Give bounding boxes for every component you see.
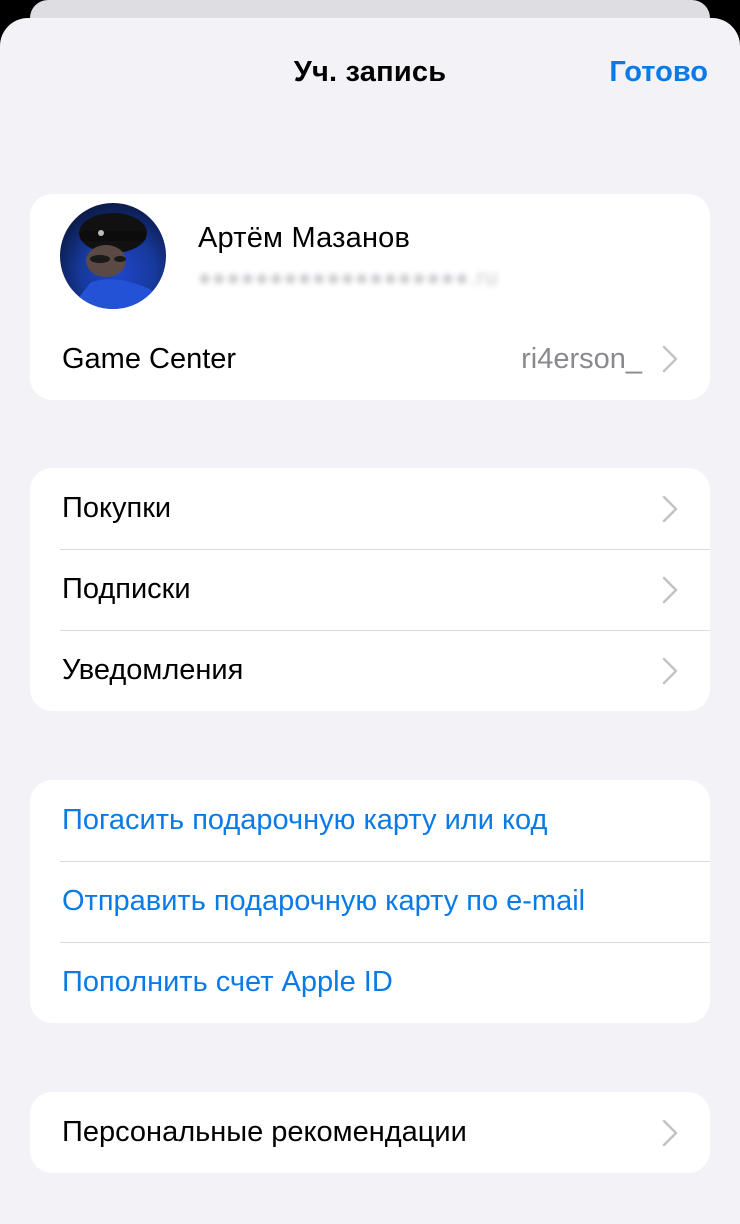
menu-item-subscriptions[interactable]: Подписки [30, 549, 710, 630]
profile-row[interactable]: Артём Мазанов ●●●●●●●●●●●●●●●●●●●.ru [30, 194, 710, 318]
personal-recommendations-label: Персональные рекомендации [62, 1116, 467, 1148]
account-name: Артём Мазанов [198, 221, 411, 254]
avatar [60, 203, 166, 309]
chevron-right-icon [662, 576, 678, 603]
menu-item-label: Уведомления [62, 654, 244, 686]
account-group: Артём Мазанов ●●●●●●●●●●●●●●●●●●●.ru Gam… [30, 194, 710, 400]
personal-recommendations-row[interactable]: Персональные рекомендации [30, 1092, 710, 1173]
done-button[interactable]: Готово [609, 56, 708, 89]
menu-item-notifications[interactable]: Уведомления [30, 630, 710, 711]
link-label: Погасить подарочную карту или код [62, 804, 548, 836]
link-label: Пополнить счет Apple ID [62, 966, 393, 998]
purchases-group: Покупки Подписки Уведомления [30, 468, 710, 711]
gift-card-group: Погасить подарочную карту или код Отправ… [30, 780, 710, 1023]
chevron-right-icon [662, 1119, 678, 1146]
link-label: Отправить подарочную карту по e-mail [62, 885, 586, 917]
game-center-label: Game Center [62, 342, 237, 375]
chevron-right-icon [662, 657, 678, 684]
chevron-right-icon [662, 495, 678, 522]
account-sheet: Уч. запись Готово Артём Мазанов ●●●●●●●●… [0, 18, 740, 1224]
profile-photo-icon [70, 213, 166, 309]
redeem-gift-card-link[interactable]: Погасить подарочную карту или код [30, 780, 710, 861]
game-center-nickname: ri4erson_ [521, 342, 642, 375]
menu-item-label: Покупки [62, 492, 172, 524]
account-email: ●●●●●●●●●●●●●●●●●●●.ru [198, 264, 499, 290]
add-funds-link[interactable]: Пополнить счет Apple ID [30, 942, 710, 1023]
game-center-row[interactable]: Game Center ri4erson_ [30, 318, 710, 400]
recommendations-group: Персональные рекомендации [30, 1092, 710, 1173]
menu-item-label: Подписки [62, 573, 191, 605]
chevron-right-icon [662, 345, 678, 373]
send-gift-card-link[interactable]: Отправить подарочную карту по e-mail [30, 861, 710, 942]
menu-item-purchases[interactable]: Покупки [30, 468, 710, 549]
